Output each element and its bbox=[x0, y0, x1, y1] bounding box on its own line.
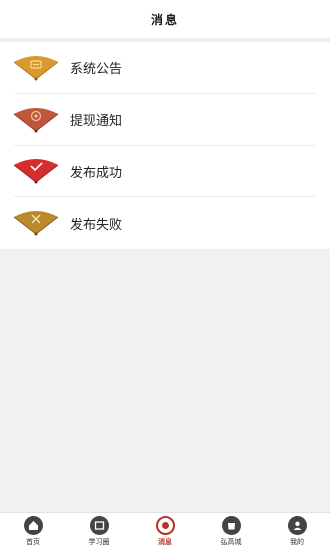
header-bar: 消息 bbox=[0, 0, 330, 38]
bottom-tab-bar: 首页 学习圈 消息 弘高城 我的 bbox=[0, 512, 330, 550]
message-item-label: 发布成功 bbox=[70, 165, 123, 181]
notice-fan-icon bbox=[12, 54, 60, 82]
profile-icon bbox=[287, 516, 307, 535]
message-item-publish-failure[interactable]: 发布失败 bbox=[0, 197, 330, 249]
tab-label: 首页 bbox=[26, 538, 40, 546]
mall-icon bbox=[221, 516, 241, 535]
message-item-withdraw[interactable]: 提现通知 bbox=[0, 94, 330, 146]
success-fan-icon bbox=[12, 157, 60, 185]
withdraw-fan-icon bbox=[12, 106, 60, 134]
tab-mall[interactable]: 弘高城 bbox=[200, 513, 262, 550]
message-item-system-notice[interactable]: 系统公告 bbox=[0, 42, 330, 94]
study-circle-icon bbox=[89, 516, 109, 535]
message-list: 系统公告 提现通知 发布成功 发布失败 bbox=[0, 42, 330, 249]
tab-study-circle[interactable]: 学习圈 bbox=[68, 513, 130, 550]
message-item-label: 系统公告 bbox=[70, 62, 123, 78]
tab-message[interactable]: 消息 bbox=[134, 513, 196, 550]
message-item-label: 发布失败 bbox=[70, 217, 123, 233]
message-item-publish-success[interactable]: 发布成功 bbox=[0, 146, 330, 198]
tab-label: 弘高城 bbox=[220, 538, 242, 546]
home-icon bbox=[23, 516, 43, 535]
tab-profile[interactable]: 我的 bbox=[266, 513, 328, 550]
tab-label: 我的 bbox=[290, 538, 304, 546]
page-title: 消息 bbox=[150, 12, 179, 27]
message-icon bbox=[155, 516, 175, 535]
tab-home[interactable]: 首页 bbox=[2, 513, 64, 550]
tab-label: 消息 bbox=[158, 537, 172, 546]
failure-fan-icon bbox=[12, 209, 60, 237]
message-item-label: 提现通知 bbox=[70, 114, 123, 130]
tab-label: 学习圈 bbox=[88, 538, 110, 546]
